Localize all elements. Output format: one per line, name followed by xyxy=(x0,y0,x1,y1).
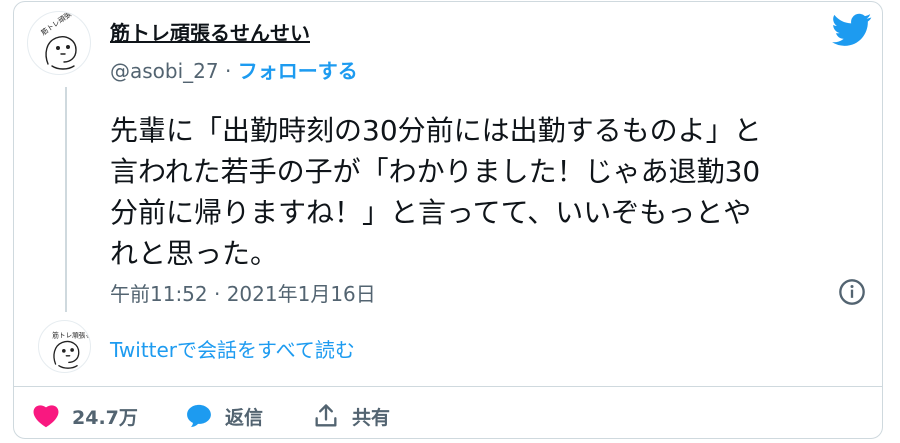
tweet-text-line: 分前に帰りますね！」と言ってて、いいぞもっとや xyxy=(110,196,752,229)
thread-avatar[interactable]: 筋トレ頑張る xyxy=(38,320,91,373)
avatar-lettering: 筋トレ頑張る xyxy=(39,12,79,37)
share-upload-icon xyxy=(315,404,337,427)
reply-label: 返信 xyxy=(225,406,264,429)
thread-line xyxy=(65,87,67,312)
follow-button[interactable]: フォローする xyxy=(238,59,358,83)
action-divider xyxy=(13,386,883,387)
like-button[interactable]: 24.7万 xyxy=(32,400,138,432)
speech-bubble-icon xyxy=(187,404,211,428)
heart-icon xyxy=(33,405,59,428)
author-handle-row: @asobi_27 · フォローする xyxy=(110,55,358,84)
tweet-text-line: 言われた若手の子が「わかりました！じゃあ退勤30 xyxy=(110,155,761,188)
avatar-lettering: 筋トレ頑張る xyxy=(52,331,91,340)
twitter-bird-icon[interactable] xyxy=(832,13,872,47)
tweet-text-line: れと思った。 xyxy=(110,237,279,270)
author-avatar[interactable]: 筋トレ頑張る xyxy=(27,11,91,75)
tweet-text: 先輩に「出勤時刻の30分前には出勤するものよ」と 言われた若手の子が「わかりまし… xyxy=(110,110,855,274)
avatar-drawing: 筋トレ頑張る xyxy=(39,12,79,70)
tweet-text-line: 先輩に「出勤時刻の30分前には出勤するものよ」と xyxy=(110,114,762,147)
like-count: 24.7万 xyxy=(72,406,138,429)
info-icon[interactable] xyxy=(838,278,866,306)
tweet-timestamp[interactable]: 午前11:52 · 2021年1月16日 xyxy=(110,278,376,307)
share-label: 共有 xyxy=(352,406,391,429)
author-display-name[interactable]: 筋トレ頑張るせんせい xyxy=(110,17,310,46)
avatar-drawing: 筋トレ頑張る xyxy=(52,331,91,369)
share-button[interactable]: 共有 xyxy=(312,400,390,432)
handle-separator: · xyxy=(218,59,238,83)
author-handle[interactable]: @asobi_27 xyxy=(110,59,219,83)
reply-button[interactable]: 返信 xyxy=(185,400,263,432)
read-conversation-link[interactable]: Twitterで会話をすべて読む xyxy=(110,334,355,363)
